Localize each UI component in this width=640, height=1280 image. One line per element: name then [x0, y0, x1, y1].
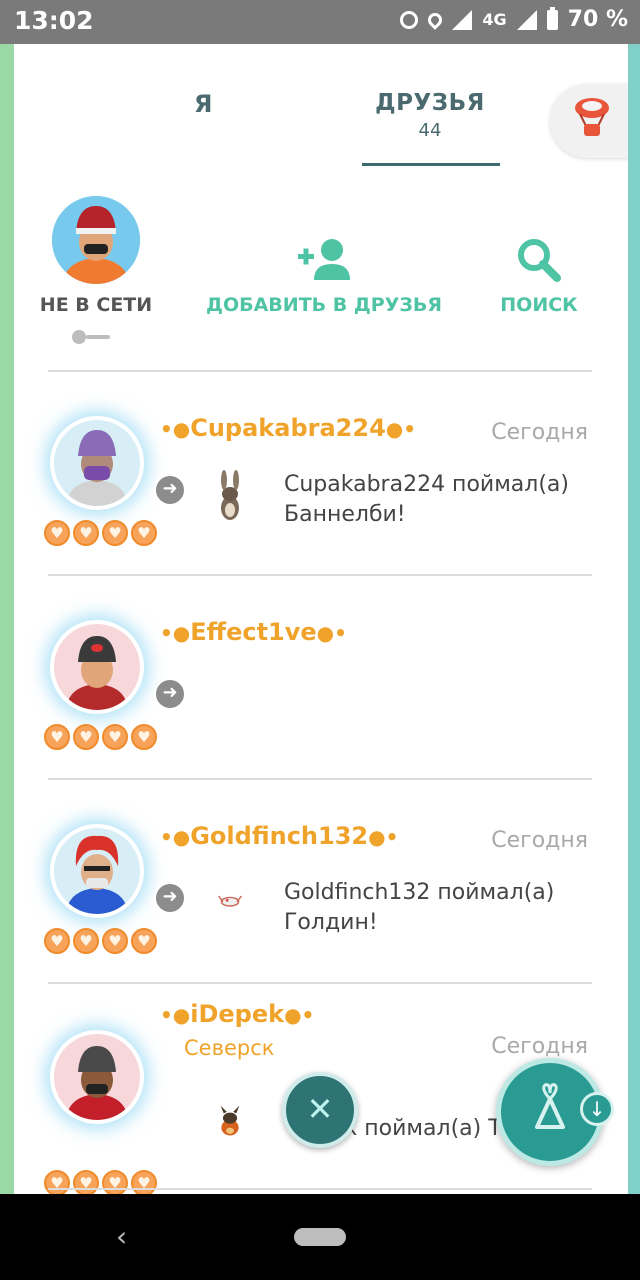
heart-icon [44, 724, 70, 750]
friend-avatar[interactable] [50, 1030, 144, 1124]
battery-icon [546, 6, 558, 30]
friendship-hearts [44, 1170, 157, 1194]
heart-icon [131, 1170, 157, 1194]
decoration-dots-icon: •● [160, 417, 191, 441]
active-tab-indicator [362, 163, 500, 166]
decoration-dots-icon: •● [160, 621, 191, 645]
my-avatar[interactable] [52, 196, 140, 284]
search-button[interactable]: ПОИСК [484, 236, 594, 316]
battery-level: 70 % [567, 7, 628, 32]
decoration-dots-icon: ●• [316, 621, 347, 645]
tab-me[interactable]: Я [194, 90, 212, 118]
my-profile-row: НЕ В СЕТИ ДОБАВИТЬ В ДРУЗЬЯ ПОИСК [14, 188, 628, 368]
friend-avatar[interactable]: ➜ [50, 416, 186, 510]
heart-icon [73, 724, 99, 750]
avatar-icon [54, 624, 140, 710]
heart-icon [131, 724, 157, 750]
pokemon-icon [218, 895, 242, 907]
friend-activity-date: Сегодня [491, 828, 588, 853]
friendship-hearts [44, 928, 157, 954]
friends-count: 44 [418, 120, 442, 141]
status-bar: 13:02 4G 70 % [0, 0, 640, 44]
alarm-icon [400, 10, 419, 29]
status-time: 13:02 [14, 6, 94, 35]
heart-icon [73, 928, 99, 954]
heart-icon [102, 1170, 128, 1194]
heart-icon [131, 928, 157, 954]
heart-icon [102, 724, 128, 750]
heart-icon [131, 520, 157, 546]
decoration-dots-icon: •● [160, 1003, 191, 1027]
close-button[interactable]: ✕ [282, 1072, 358, 1148]
add-person-icon [298, 239, 350, 280]
location-icon [425, 9, 446, 30]
decoration-dots-icon: •● [160, 825, 191, 849]
tab-friends-label: ДРУЗЬЯ [375, 90, 485, 116]
heart-icon [44, 520, 70, 546]
heart-icon [73, 520, 99, 546]
friend-avatar[interactable]: ➜ [50, 620, 186, 714]
signal-icon [452, 9, 473, 30]
add-friend-button[interactable]: ДОБАВИТЬ В ДРУЗЬЯ [194, 236, 454, 316]
decoration-dots-icon: ●• [368, 825, 399, 849]
divider [48, 574, 592, 576]
friend-name-text: Effect1ve [190, 618, 317, 646]
tab-bar: Я ДРУЗЬЯ 44 [14, 44, 628, 174]
divider [48, 778, 592, 780]
pokemon-icon [221, 470, 239, 520]
send-gift-icon[interactable]: ➜ [154, 678, 186, 710]
back-icon[interactable]: ‹ [116, 1220, 127, 1253]
online-status: НЕ В СЕТИ [39, 294, 153, 316]
friend-activity-message: Goldfinch132 поймал(а) Голдин! [284, 880, 555, 935]
network-type: 4G [482, 10, 507, 29]
divider [48, 982, 592, 984]
toggle-knob [72, 330, 86, 344]
search-label: ПОИСК [500, 294, 578, 316]
balloon-icon [575, 98, 609, 136]
tab-friends[interactable]: ДРУЗЬЯ 44 [362, 90, 498, 141]
avatar-icon [54, 420, 140, 506]
add-friend-label: ДОБАВИТЬ В ДРУЗЬЯ [206, 294, 442, 316]
signal-icon [516, 9, 537, 30]
balloon-gift-button[interactable] [550, 84, 628, 158]
friend-name-text: iDepek [190, 1000, 285, 1028]
search-icon [518, 239, 561, 282]
friend-activity-date: Сегодня [491, 1034, 588, 1059]
avatar-icon [54, 828, 140, 914]
friend-location: Северск [184, 1036, 275, 1060]
friendship-hearts [44, 724, 157, 750]
friend-activity-message: Cupakabra224 поймал(а) Баннелби! [284, 472, 569, 527]
heart-icon [73, 1170, 99, 1194]
friend-name: •●Cupakabra224●• [160, 414, 416, 442]
friend-name: •●iDepek●• [160, 1000, 314, 1028]
friend-name: •●Effect1ve●• [160, 618, 347, 646]
friend-name-text: Cupakabra224 [190, 414, 386, 442]
send-gift-icon[interactable]: ➜ [154, 474, 186, 506]
heart-icon [102, 520, 128, 546]
decoration-dots-icon: ●• [284, 1003, 315, 1027]
heart-icon [102, 928, 128, 954]
avatar-icon [52, 196, 140, 284]
download-badge-icon: ↓ [580, 1092, 614, 1126]
heart-icon [44, 928, 70, 954]
divider [48, 370, 592, 372]
friend-name: •●Goldfinch132●• [160, 822, 398, 850]
friendship-hearts [44, 520, 157, 546]
system-navigation-bar: ‹ [0, 1194, 640, 1280]
heart-icon [44, 1170, 70, 1194]
friend-name-text: Goldfinch132 [190, 822, 369, 850]
avatar-icon [54, 1034, 140, 1120]
send-gift-icon[interactable]: ➜ [154, 882, 186, 914]
friends-panel: Я ДРУЗЬЯ 44 НЕ В СЕТИ ДОБАВИТЬ В ДРУЗЬЯ … [14, 44, 628, 1194]
friend-avatar[interactable]: ➜ [50, 824, 186, 918]
pokemon-icon [220, 1105, 240, 1136]
decoration-dots-icon: ●• [385, 417, 417, 441]
home-pill-icon[interactable] [294, 1228, 346, 1246]
divider [48, 1188, 592, 1190]
status-icons: 4G 70 % [400, 6, 628, 32]
friend-activity-date: Сегодня [491, 420, 588, 445]
toggle-track [86, 335, 110, 339]
online-toggle[interactable] [72, 330, 114, 344]
